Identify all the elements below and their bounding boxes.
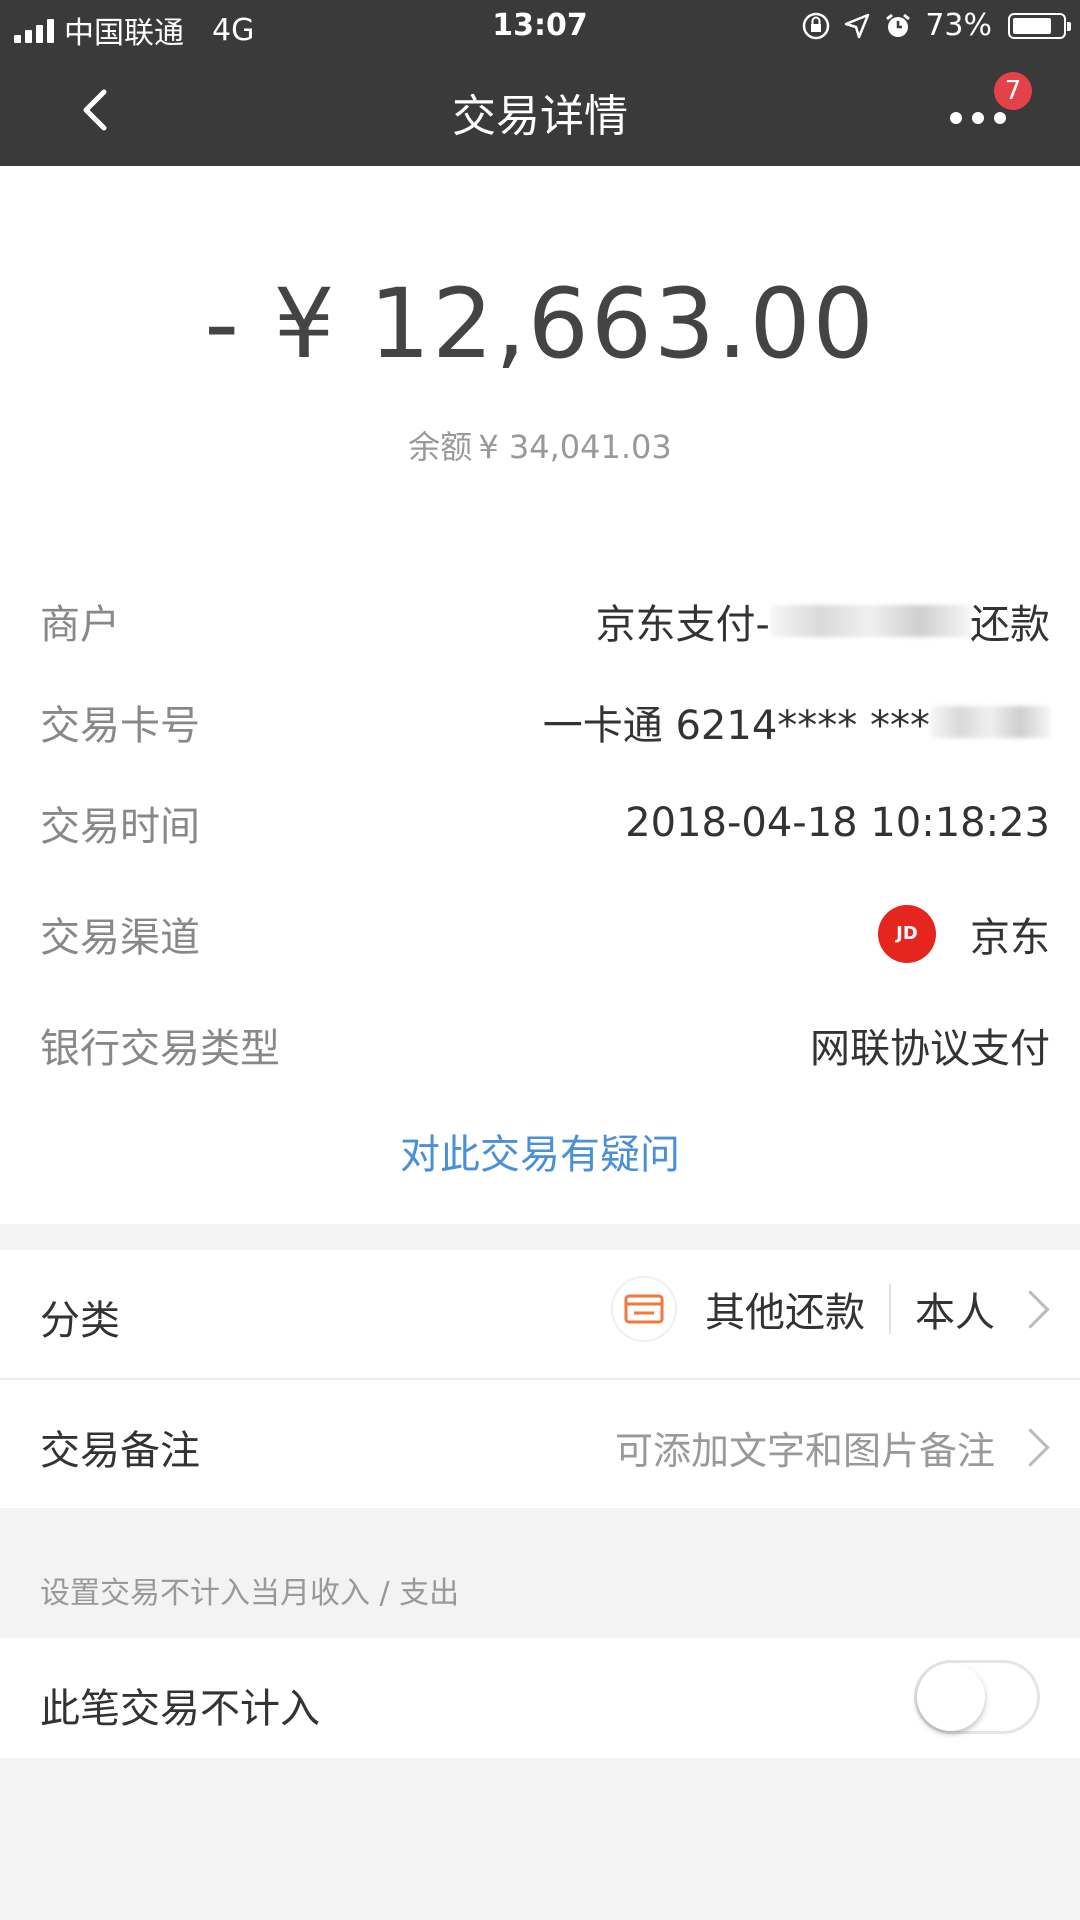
card-number-row: 交易卡号 一卡通 6214**** *** xyxy=(40,687,1050,757)
nav-bar: 交易详情 7 xyxy=(0,54,1080,166)
exclude-label: 此笔交易不计入 xyxy=(40,1686,320,1732)
transaction-summary-card: - ¥ 12,663.00 余额 ¥ 34,041.03 商户 京东支付- 还款 … xyxy=(0,166,1080,1224)
notification-badge: 7 xyxy=(994,72,1032,110)
note-placeholder: 可添加文字和图片备注 xyxy=(614,1429,995,1473)
status-bar: 中国联通 4G 13:07 73% xyxy=(0,0,1080,54)
merchant-value-prefix: 京东支付- xyxy=(595,602,770,648)
category-row[interactable]: 分类 其他还款 本人 xyxy=(0,1250,1080,1380)
merchant-value: 京东支付- 还款 xyxy=(596,592,1050,650)
channel-label: 交易渠道 xyxy=(40,915,200,961)
battery-percent: 73% xyxy=(925,8,992,43)
alarm-icon xyxy=(886,13,911,37)
balance-value: ¥ 34,041.03 xyxy=(478,428,672,466)
balance-line: 余额 ¥ 34,041.03 xyxy=(0,422,1080,468)
more-button[interactable]: 7 xyxy=(942,72,1032,144)
bank-type-value: 网联协议支付 xyxy=(810,1026,1050,1072)
bank-type-label: 银行交易类型 xyxy=(40,1026,280,1072)
note-row[interactable]: 交易备注 可添加文字和图片备注 xyxy=(0,1380,1080,1508)
balance-label: 余额 xyxy=(408,428,473,466)
time-row: 交易时间 2018-04-18 10:18:23 xyxy=(40,788,1050,858)
exclude-hint: 设置交易不计入当月收入 / 支出 xyxy=(40,1576,460,1611)
divider xyxy=(889,1284,891,1334)
top-bar: 中国联通 4G 13:07 73% 交易详情 7 xyxy=(0,0,1080,166)
exclude-row: 此笔交易不计入 xyxy=(0,1638,1080,1758)
redacted-text xyxy=(770,605,970,637)
jd-logo-icon: JD xyxy=(878,905,936,963)
merchant-row: 商户 京东支付- 还款 xyxy=(40,586,1050,656)
time-value: 2018-04-18 10:18:23 xyxy=(625,800,1050,846)
channel-value: 京东 xyxy=(970,915,1050,961)
page-title: 交易详情 xyxy=(452,91,628,142)
category-label: 分类 xyxy=(40,1298,120,1344)
note-label: 交易备注 xyxy=(40,1428,200,1474)
card-value: 一卡通 6214**** *** xyxy=(543,693,1050,751)
channel-value-wrap: JD 京东 xyxy=(878,905,1050,963)
category-value: 其他还款 xyxy=(705,1290,865,1336)
repayment-category-icon xyxy=(613,1278,675,1340)
chevron-right-icon xyxy=(1011,1289,1050,1329)
time-label: 交易时间 xyxy=(40,804,200,850)
card-value-text: 一卡通 6214**** *** xyxy=(542,703,930,749)
battery-icon xyxy=(1008,12,1071,39)
merchant-label: 商户 xyxy=(40,602,120,648)
channel-row: 交易渠道 JD 京东 xyxy=(40,899,1050,969)
card-label: 交易卡号 xyxy=(40,703,200,749)
toggle-knob xyxy=(917,1663,985,1731)
category-person: 本人 xyxy=(915,1290,995,1336)
chevron-right-icon xyxy=(1011,1428,1050,1467)
transaction-question-link[interactable]: 对此交易有疑问 xyxy=(0,1122,1080,1180)
merchant-value-suffix: 还款 xyxy=(970,602,1050,648)
location-icon xyxy=(845,13,870,38)
redacted-text xyxy=(930,706,1050,738)
exclude-toggle[interactable] xyxy=(914,1660,1040,1734)
category-value-wrap: 其他还款 本人 xyxy=(613,1278,1050,1340)
rotation-lock-icon xyxy=(803,12,830,39)
note-value-wrap: 可添加文字和图片备注 xyxy=(614,1420,1050,1475)
more-dots-icon xyxy=(950,112,1006,124)
transaction-amount: - ¥ 12,663.00 xyxy=(204,268,876,380)
status-right: 73% xyxy=(801,8,1071,43)
bank-type-row: 银行交易类型 网联协议支付 xyxy=(40,1010,1050,1080)
